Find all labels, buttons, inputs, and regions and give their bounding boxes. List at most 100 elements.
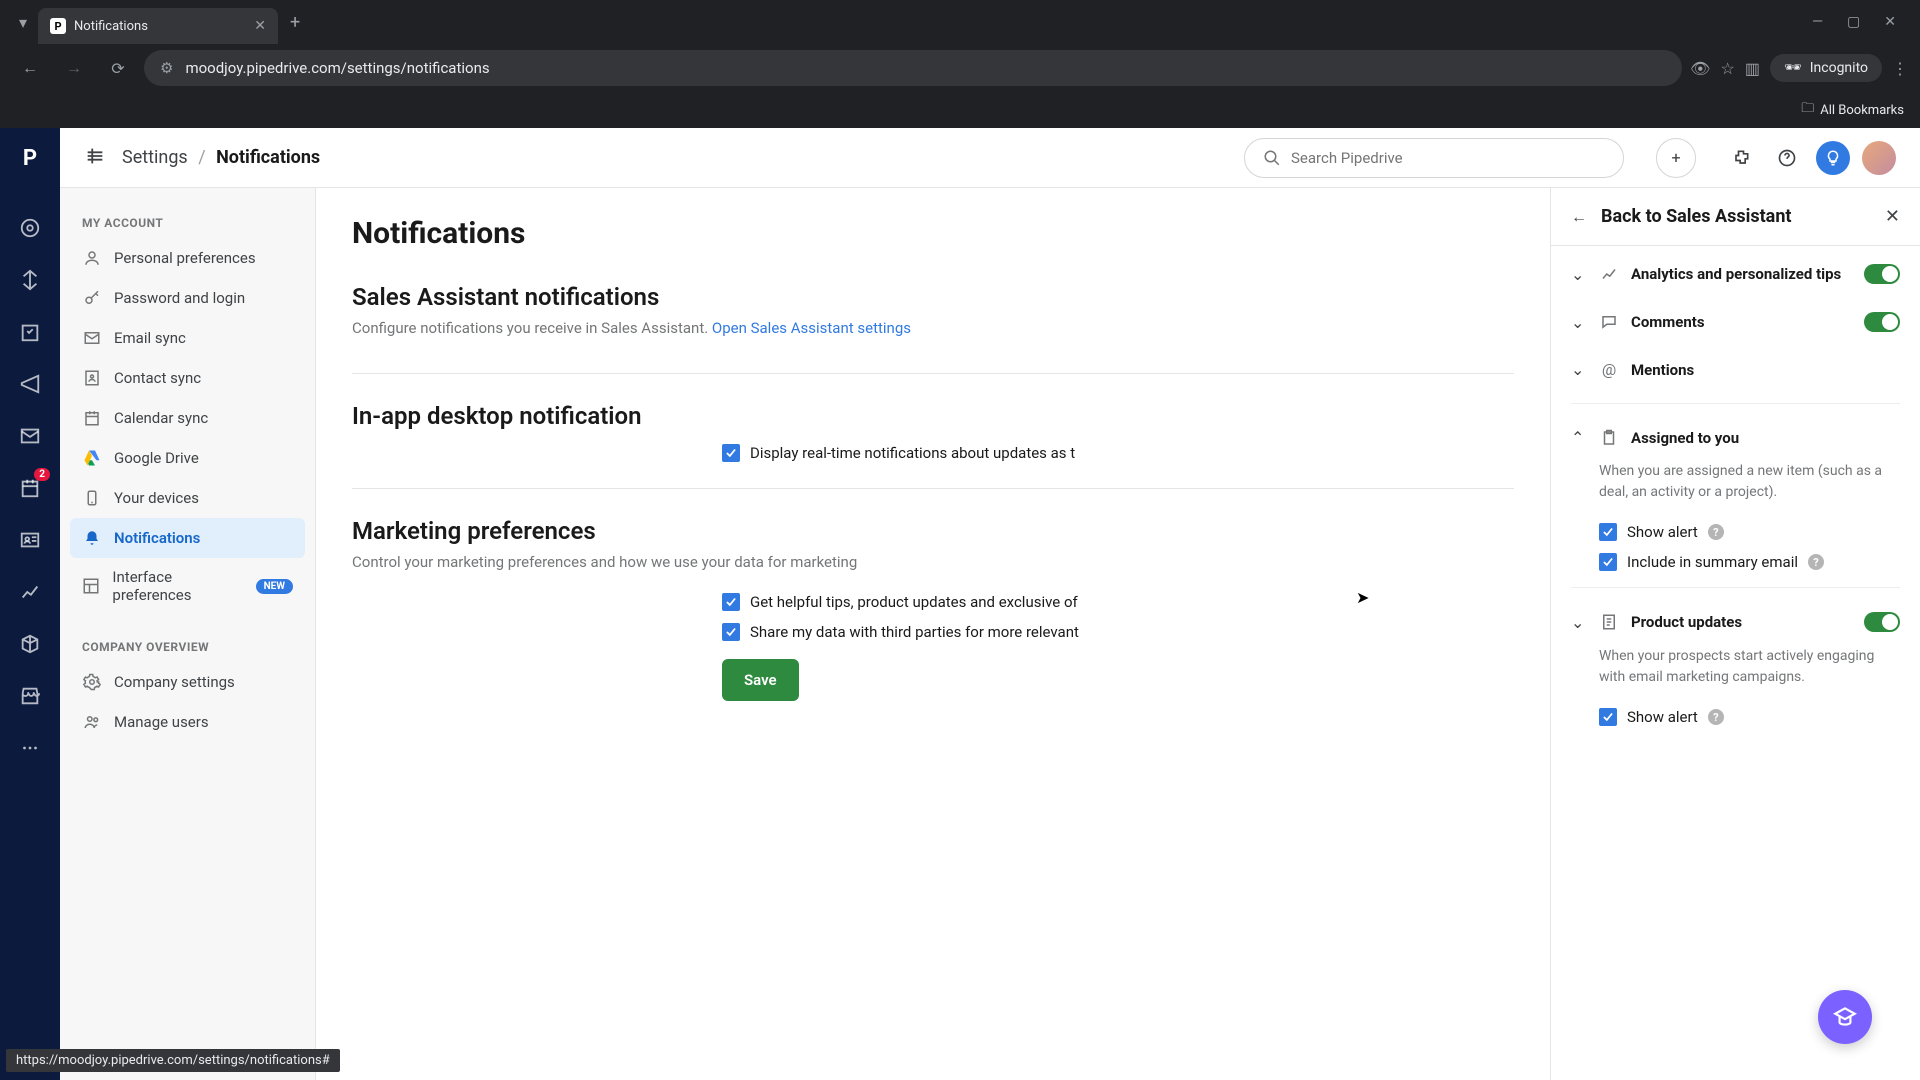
incognito-badge[interactable]: 🕶 Incognito (1770, 54, 1882, 82)
rail-contacts-icon[interactable] (12, 522, 48, 558)
tab-title: Notifications (74, 19, 246, 34)
nav-contact-sync[interactable]: Contact sync (70, 358, 305, 398)
nav-your-devices[interactable]: Your devices (70, 478, 305, 518)
nav-company-settings[interactable]: Company settings (70, 662, 305, 702)
nav-calendar-sync[interactable]: Calendar sync (70, 398, 305, 438)
toggle-on[interactable] (1864, 264, 1900, 284)
avatar[interactable] (1862, 141, 1896, 175)
rail-marketplace-icon[interactable] (12, 678, 48, 714)
panel-analytics-row[interactable]: ⌄ Analytics and personalized tips (1551, 250, 1920, 298)
nav-email-sync[interactable]: Email sync (70, 318, 305, 358)
chevron-down-icon[interactable]: ⌄ (1571, 265, 1587, 284)
close-tab-icon[interactable]: ✕ (254, 18, 266, 34)
users-icon (82, 712, 102, 732)
academy-fab[interactable] (1818, 990, 1872, 1044)
nav-notifications[interactable]: Notifications (70, 518, 305, 558)
nav-password-login[interactable]: Password and login (70, 278, 305, 318)
google-drive-icon (82, 448, 102, 468)
rail-projects-icon[interactable] (12, 314, 48, 350)
checkbox-checked-icon[interactable] (1599, 708, 1617, 726)
new-tab-button[interactable]: + (278, 12, 312, 33)
nav-interface-preferences[interactable]: Interface preferencesNEW (70, 558, 305, 614)
tab-dropdown[interactable]: ▾ (8, 7, 38, 37)
rail-products-icon[interactable] (12, 626, 48, 662)
panel-back-icon[interactable]: ← (1571, 207, 1587, 227)
check-helpful-tips[interactable]: Get helpful tips, product updates and ex… (352, 587, 1514, 617)
browser-chrome: ▾ P Notifications ✕ + — ▢ ✕ ← → ⟳ ⚙ mood… (0, 0, 1920, 128)
chevron-down-icon[interactable]: ⌄ (1571, 313, 1587, 332)
nav-manage-users[interactable]: Manage users (70, 702, 305, 742)
calendar-icon (82, 408, 102, 428)
panel-comments-row[interactable]: ⌄ Comments (1551, 298, 1920, 346)
reload-button[interactable]: ⟳ (100, 50, 136, 86)
toggle-on[interactable] (1864, 612, 1900, 632)
folder-icon: 🗀 (1801, 99, 1814, 121)
breadcrumb-parent[interactable]: Settings (122, 147, 188, 168)
tracking-icon[interactable]: 👁 (1690, 59, 1710, 78)
browser-menu-icon[interactable]: ⋮ (1892, 59, 1908, 78)
rail-deals-icon[interactable] (12, 262, 48, 298)
nav-section-company: COMPANY OVERVIEW (70, 632, 305, 662)
rail-badge: 2 (34, 468, 50, 481)
help-icon[interactable]: ? (1708, 709, 1724, 725)
search-icon (1263, 149, 1281, 167)
all-bookmarks-button[interactable]: 🗀 All Bookmarks (1801, 99, 1904, 121)
chart-icon (1599, 265, 1619, 283)
back-button[interactable]: ← (12, 50, 48, 86)
rail-campaigns-icon[interactable] (12, 366, 48, 402)
toggle-on[interactable] (1864, 312, 1900, 332)
rail-mail-icon[interactable] (12, 418, 48, 454)
chevron-down-icon[interactable]: ⌄ (1571, 360, 1587, 379)
collapse-nav-icon[interactable] (84, 145, 106, 171)
panel-check-show-alert[interactable]: Show alert ? (1551, 517, 1920, 547)
panel-close-icon[interactable]: ✕ (1885, 206, 1900, 227)
new-badge: NEW (256, 579, 293, 594)
close-window-icon[interactable]: ✕ (1884, 14, 1896, 30)
forward-button[interactable]: → (56, 50, 92, 86)
panel-assigned-row[interactable]: ⌃ Assigned to you (1551, 414, 1920, 461)
rail-insights-icon[interactable] (12, 574, 48, 610)
side-panel-icon[interactable]: ▥ (1745, 59, 1760, 78)
checkbox-checked-icon[interactable] (1599, 553, 1617, 571)
rail-more-icon[interactable] (12, 730, 48, 766)
chevron-up-icon[interactable]: ⌃ (1571, 428, 1587, 447)
checkbox-checked-icon[interactable] (722, 444, 740, 462)
chevron-down-icon[interactable]: ⌄ (1571, 613, 1587, 632)
rail-activities-icon[interactable]: 2 (12, 470, 48, 506)
nav-personal-preferences[interactable]: Personal preferences (70, 238, 305, 278)
panel-product-desc: When your prospects start actively engag… (1551, 646, 1920, 702)
nav-google-drive[interactable]: Google Drive (70, 438, 305, 478)
clipboard-icon (1599, 429, 1619, 447)
settings-sidebar: MY ACCOUNT Personal preferences Password… (60, 188, 316, 1080)
search-input[interactable] (1244, 138, 1624, 178)
checkbox-checked-icon[interactable] (1599, 523, 1617, 541)
contact-icon (82, 368, 102, 388)
help-icon[interactable]: ? (1808, 554, 1824, 570)
panel-mentions-row[interactable]: ⌄ @ Mentions (1551, 346, 1920, 393)
quick-add-button[interactable]: + (1656, 138, 1696, 178)
save-button[interactable]: Save (722, 659, 799, 701)
extensions-icon[interactable] (1724, 141, 1758, 175)
panel-check-summary-email[interactable]: Include in summary email ? (1551, 547, 1920, 577)
address-bar[interactable]: ⚙ moodjoy.pipedrive.com/settings/notific… (144, 50, 1682, 86)
check-realtime-notifications[interactable]: Display real-time notifications about up… (352, 438, 1514, 468)
sales-assistant-icon[interactable] (1816, 141, 1850, 175)
browser-tab[interactable]: P Notifications ✕ (38, 8, 278, 44)
maximize-icon[interactable]: ▢ (1847, 14, 1860, 30)
minimize-icon[interactable]: — (1812, 14, 1823, 30)
bookmark-star-icon[interactable]: ☆ (1720, 59, 1734, 78)
open-sales-assistant-link[interactable]: Open Sales Assistant settings (712, 319, 911, 337)
checkbox-checked-icon[interactable] (722, 623, 740, 641)
rail-leads-icon[interactable] (12, 210, 48, 246)
site-settings-icon[interactable]: ⚙ (160, 59, 173, 77)
check-share-data[interactable]: Share my data with third parties for mor… (352, 617, 1514, 647)
pipedrive-logo-icon[interactable]: P (12, 140, 48, 176)
panel-check-show-alert-2[interactable]: Show alert ? (1551, 702, 1920, 732)
help-icon[interactable]: ? (1708, 524, 1724, 540)
page-title: Notifications (352, 216, 1514, 251)
panel-product-updates-row[interactable]: ⌄ Product updates (1551, 598, 1920, 646)
checkbox-checked-icon[interactable] (722, 593, 740, 611)
help-icon[interactable] (1770, 141, 1804, 175)
at-icon: @ (1599, 360, 1619, 379)
topbar: Settings / Notifications + (60, 128, 1920, 188)
